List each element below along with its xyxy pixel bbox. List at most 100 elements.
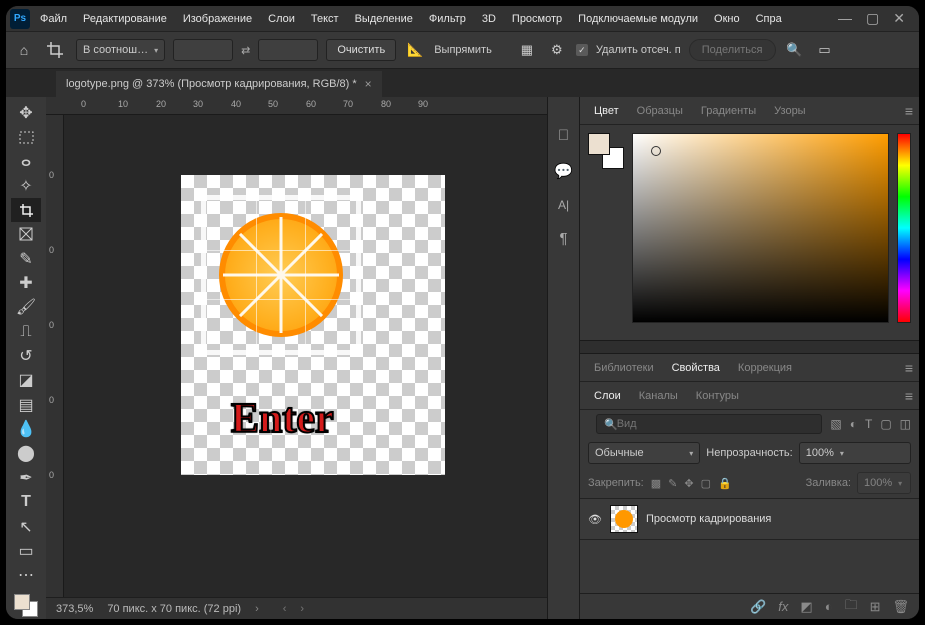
filter-smart-icon[interactable]: ◫ bbox=[900, 417, 911, 431]
close-icon[interactable]: ✕ bbox=[893, 10, 905, 27]
lock-artboard-icon[interactable]: ▢ bbox=[701, 477, 711, 490]
ratio-width-input[interactable] bbox=[173, 39, 233, 61]
frame-tool[interactable] bbox=[11, 223, 41, 246]
canvas-stage[interactable]: Enter bbox=[64, 115, 547, 597]
workspace-icon[interactable]: ▭ bbox=[814, 39, 836, 61]
lock-all-icon[interactable]: 🔒 bbox=[718, 477, 732, 490]
tab-gradients[interactable]: Градиенты bbox=[693, 101, 764, 121]
swap-icon[interactable]: ⇄ bbox=[241, 44, 250, 57]
share-button[interactable]: Поделиться bbox=[689, 39, 776, 61]
straighten-icon[interactable]: 📐 bbox=[404, 39, 426, 61]
fill-input[interactable]: 100%▾ bbox=[857, 472, 911, 494]
lock-pixels-icon[interactable]: ▩ bbox=[651, 477, 661, 490]
menu-select[interactable]: Выделение bbox=[349, 10, 419, 28]
menu-view[interactable]: Просмотр bbox=[506, 10, 568, 28]
color-swatches[interactable] bbox=[12, 592, 40, 619]
ruler-vertical[interactable]: 0 0 0 0 0 bbox=[46, 115, 64, 597]
document-tab[interactable]: logotype.png @ 373% (Просмотр кадрирован… bbox=[56, 71, 382, 97]
ratio-dropdown[interactable]: В соотнош… ▾ bbox=[76, 39, 165, 61]
hue-slider[interactable] bbox=[897, 133, 911, 323]
menu-3d[interactable]: 3D bbox=[476, 10, 502, 28]
maximize-icon[interactable]: ▢ bbox=[866, 10, 879, 27]
history-brush-tool[interactable]: ↺ bbox=[11, 344, 41, 367]
menu-file[interactable]: Файл bbox=[34, 10, 73, 28]
scroll-left-icon[interactable]: ‹ bbox=[283, 603, 287, 615]
group-icon[interactable]: 🗀 bbox=[845, 596, 858, 618]
tab-paths[interactable]: Контуры bbox=[688, 386, 747, 406]
tab-patterns[interactable]: Узоры bbox=[766, 101, 813, 121]
panel-menu-icon[interactable]: ≡ bbox=[905, 388, 913, 404]
menu-filter[interactable]: Фильтр bbox=[423, 10, 472, 28]
tab-color[interactable]: Цвет bbox=[586, 101, 627, 121]
menu-image[interactable]: Изображение bbox=[177, 10, 258, 28]
home-icon[interactable]: ⌂ bbox=[14, 40, 34, 60]
layer-fx-icon[interactable]: fx bbox=[778, 599, 788, 614]
tab-close-icon[interactable]: × bbox=[365, 77, 372, 91]
gradient-tool[interactable]: ▤ bbox=[11, 393, 41, 416]
adjustment-layer-icon[interactable]: ◐ bbox=[825, 599, 833, 614]
dodge-tool[interactable]: ⬤ bbox=[11, 442, 41, 465]
path-tool[interactable]: ↖ bbox=[11, 515, 41, 538]
paragraph-icon[interactable]: ¶ bbox=[559, 230, 567, 247]
delete-cropped-checkbox[interactable]: ✓ bbox=[576, 44, 588, 56]
fg-color[interactable] bbox=[14, 594, 30, 610]
link-layers-icon[interactable]: 🔗 bbox=[750, 599, 766, 615]
filter-type-icon[interactable]: T bbox=[865, 417, 872, 431]
glyphs-icon[interactable]: A| bbox=[558, 198, 569, 212]
menu-window[interactable]: Окно bbox=[708, 10, 746, 28]
wand-tool[interactable]: ✧ bbox=[11, 174, 41, 197]
new-layer-icon[interactable]: ⊞ bbox=[870, 599, 881, 615]
layer-row[interactable]: 👁 Просмотр кадрирования bbox=[580, 498, 919, 540]
layer-thumbnail[interactable] bbox=[610, 505, 638, 533]
tab-libraries[interactable]: Библиотеки bbox=[586, 358, 662, 378]
menu-help[interactable]: Спра bbox=[750, 10, 788, 28]
pen-tool[interactable]: ✒ bbox=[11, 466, 41, 489]
lock-position-icon[interactable]: ✥ bbox=[684, 477, 693, 490]
info-chevron-icon[interactable]: › bbox=[255, 603, 259, 615]
crop-selection[interactable] bbox=[206, 200, 356, 350]
tab-channels[interactable]: Каналы bbox=[631, 386, 686, 406]
filter-shape-icon[interactable]: ▢ bbox=[880, 417, 891, 431]
lasso-tool[interactable]: ⴰ bbox=[11, 150, 41, 173]
grid-overlay-icon[interactable]: ▦ bbox=[516, 39, 538, 61]
tab-layers[interactable]: Слои bbox=[586, 386, 629, 406]
panel-menu-icon[interactable]: ≡ bbox=[905, 103, 913, 119]
eraser-tool[interactable]: ◪ bbox=[11, 369, 41, 392]
comments-icon[interactable]: 💬 bbox=[554, 162, 573, 180]
type-tool[interactable]: T bbox=[11, 491, 41, 514]
ruler-horizontal[interactable]: 0 10 20 30 40 50 60 70 80 90 bbox=[46, 97, 547, 115]
fgbg-swatches[interactable] bbox=[588, 133, 624, 169]
ratio-height-input[interactable] bbox=[258, 39, 318, 61]
lock-brush-icon[interactable]: ✎ bbox=[668, 477, 677, 490]
minimize-icon[interactable]: — bbox=[838, 10, 852, 27]
layer-name[interactable]: Просмотр кадрирования bbox=[646, 513, 771, 525]
filter-adjust-icon[interactable]: ◐ bbox=[850, 417, 857, 431]
eyedropper-tool[interactable]: ✎ bbox=[11, 247, 41, 270]
menu-edit[interactable]: Редактирование bbox=[77, 10, 173, 28]
brush-tool[interactable]: 🖌 bbox=[11, 296, 41, 319]
layer-filter-input[interactable] bbox=[596, 414, 823, 434]
scroll-right-icon[interactable]: › bbox=[300, 603, 304, 615]
blur-tool[interactable]: 💧 bbox=[11, 417, 41, 440]
color-field[interactable] bbox=[632, 133, 889, 323]
marquee-tool[interactable] bbox=[11, 125, 41, 148]
menu-layers[interactable]: Слои bbox=[262, 10, 301, 28]
tab-properties[interactable]: Свойства bbox=[664, 358, 728, 378]
shape-tool[interactable]: ▭ bbox=[11, 539, 41, 562]
filter-pixel-icon[interactable]: ▧ bbox=[830, 417, 841, 431]
more-tools[interactable]: ⋯ bbox=[11, 564, 41, 587]
crop-tool-icon[interactable] bbox=[42, 37, 68, 63]
histogram-icon[interactable]: 󰄄 bbox=[558, 127, 569, 144]
fg-swatch[interactable] bbox=[588, 133, 610, 155]
stamp-tool[interactable]: ⎍ bbox=[11, 320, 41, 343]
heal-tool[interactable]: ✚ bbox=[11, 271, 41, 294]
menu-text[interactable]: Текст bbox=[305, 10, 345, 28]
clear-button[interactable]: Очистить bbox=[326, 39, 396, 61]
move-tool[interactable]: ✥ bbox=[11, 101, 41, 124]
blend-mode-dropdown[interactable]: Обычные ▾ bbox=[588, 442, 700, 464]
search-icon[interactable]: 🔍 bbox=[784, 39, 806, 61]
settings-icon[interactable]: ⚙ bbox=[546, 39, 568, 61]
zoom-level[interactable]: 373,5% bbox=[56, 603, 93, 615]
layer-mask-icon[interactable]: ◩ bbox=[800, 599, 812, 615]
menu-plugins[interactable]: Подключаемые модули bbox=[572, 10, 704, 28]
